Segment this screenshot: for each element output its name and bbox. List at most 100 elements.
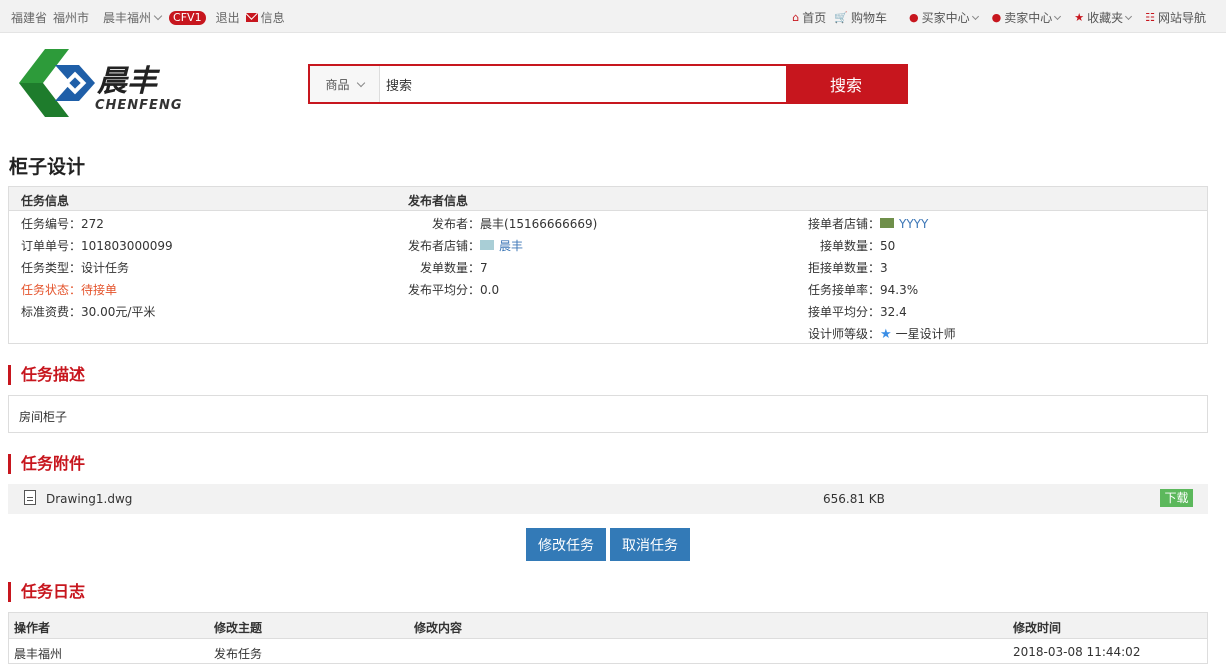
download-button[interactable]: 下载	[1160, 489, 1193, 507]
publisher-shop-label: 发布者店铺：	[408, 239, 481, 253]
search-input[interactable]	[380, 66, 786, 102]
province-label[interactable]: 福建省	[11, 9, 47, 26]
cart-link-label: 购物车	[850, 11, 887, 25]
buyer-center-menu[interactable]: ● 买家中心	[908, 9, 979, 26]
shop-icon	[480, 240, 495, 250]
taker-info-column: 接单者店铺： YYYY 接单数量：50 拒接单数量：3 任务接单率：94.3% 接…	[808, 217, 956, 349]
brand-name-en: CHENFENG	[95, 98, 183, 113]
description-text: 房间柜子	[19, 410, 68, 424]
accept-rate-label: 任务接单率：	[808, 283, 881, 297]
cart-icon: 🛒	[834, 11, 848, 24]
attachment-size: 656.81 KB	[823, 492, 885, 506]
publisher-shop-row: 发布者店铺： 晨丰	[408, 239, 597, 261]
city-label[interactable]: 福州市	[53, 9, 89, 26]
favorites-label: 收藏夹	[1087, 11, 1124, 25]
chevron-down-icon	[1054, 12, 1062, 20]
task-status: 任务状态：待接单	[21, 283, 118, 297]
publisher-value: 晨丰(15166666669)	[480, 217, 598, 231]
user-icon: ●	[991, 11, 1002, 24]
taker-score-row: 接单平均分：32.4	[808, 305, 956, 327]
taken-count-row: 接单数量：50	[808, 239, 956, 261]
home-link-label: 首页	[802, 11, 827, 25]
logo-mark-icon: 晨丰 CHENFENG	[19, 49, 183, 117]
user-name[interactable]: 晨丰福州	[103, 9, 151, 26]
task-info-header: 任务信息 发布者信息	[9, 187, 1207, 211]
star-icon: ★	[880, 327, 892, 342]
search-bar: 商品 搜索	[308, 64, 908, 104]
log-header-time: 修改时间	[1013, 621, 1062, 635]
taker-score-value: 32.4	[880, 305, 907, 319]
table-row: 晨丰福州 发布任务 2018-03-08 11:44:02	[9, 639, 1207, 664]
brand-name-cn: 晨丰	[97, 64, 161, 99]
home-link[interactable]: ⌂ 首页	[792, 9, 826, 26]
taken-count-value: 50	[880, 239, 896, 253]
log-table-header: 操作者 修改主题 修改内容 修改时间	[9, 613, 1207, 639]
file-icon	[24, 490, 36, 505]
taker-shop-link[interactable]: YYYY	[899, 217, 928, 231]
level-badge: CFV1	[169, 10, 206, 25]
shop-icon	[880, 218, 895, 228]
cart-link[interactable]: 🛒 购物车	[834, 9, 887, 26]
publisher-info-column: 发布者：晨丰(15166666669) 发布者店铺： 晨丰 发单数量：7 发布平均…	[408, 217, 597, 305]
log-header-content: 修改内容	[414, 621, 463, 635]
cancel-task-button[interactable]: 取消任务	[610, 528, 690, 561]
rejected-count-row: 拒接单数量：3	[808, 261, 956, 283]
top-bar-right: ⌂ 首页 🛒 购物车 ● 买家中心 ● 卖家中心 ★ 收藏夹 ☷ 网站导航	[778, 9, 1206, 26]
publisher-score-row: 发布平均分：0.0	[408, 283, 597, 305]
log-time: 2018-03-08 11:44:02	[1013, 645, 1141, 659]
taker-shop-row: 接单者店铺： YYYY	[808, 217, 956, 239]
task-number: 任务编号：272	[21, 217, 104, 231]
attachment-row: Drawing1.dwg 656.81 KB 下载	[8, 484, 1208, 514]
buyer-center-label: 买家中心	[921, 11, 970, 25]
task-info-column: 任务编号：272 订单单号：101803000099 任务类型：设计任务 任务状…	[21, 217, 173, 327]
taken-count-label: 接单数量：	[820, 239, 881, 253]
log-table: 操作者 修改主题 修改内容 修改时间 晨丰福州 发布任务 2018-03-08 …	[8, 612, 1208, 664]
task-info-panel: 任务信息 发布者信息 任务编号：272 订单单号：101803000099 任务…	[8, 186, 1208, 344]
top-bar-left: 福建省 福州市 晨丰福州 CFV1 退出 信息	[11, 9, 291, 26]
designer-level-label: 设计师等级：	[808, 327, 881, 341]
rejected-count-label: 拒接单数量：	[808, 261, 881, 275]
mail-icon[interactable]	[245, 13, 258, 22]
log-header-operator: 操作者	[14, 621, 51, 635]
publisher-info-heading: 发布者信息	[408, 194, 469, 208]
chevron-down-icon[interactable]	[153, 11, 163, 21]
publisher-row: 发布者：晨丰(15166666669)	[408, 217, 597, 239]
taker-score-label: 接单平均分：	[808, 305, 881, 319]
search-button[interactable]: 搜索	[786, 66, 906, 102]
grid-icon: ☷	[1145, 11, 1155, 24]
publisher-score-value: 0.0	[480, 283, 500, 297]
designer-level-row: 设计师等级：★ 一星设计师	[808, 327, 956, 349]
description-box: 房间柜子	[8, 395, 1208, 433]
messages-link[interactable]: 信息	[261, 9, 285, 26]
rejected-count-value: 3	[880, 261, 888, 275]
search-category-select[interactable]: 商品	[310, 66, 380, 102]
edit-task-button[interactable]: 修改任务	[526, 528, 606, 561]
task-info-heading: 任务信息	[21, 194, 70, 208]
log-subject: 发布任务	[214, 647, 263, 661]
accept-rate-value: 94.3%	[880, 283, 919, 297]
taker-shop-label: 接单者店铺：	[808, 217, 881, 231]
order-count-value: 7	[480, 261, 488, 275]
favorites-menu[interactable]: ★ 收藏夹	[1074, 9, 1133, 26]
attachments-section-title: 任务附件	[8, 454, 85, 474]
logo[interactable]: 晨丰 CHENFENG	[9, 47, 209, 122]
chevron-down-icon	[1125, 12, 1133, 20]
publisher-score-label: 发布平均分：	[408, 283, 481, 297]
site-nav-link[interactable]: ☷ 网站导航	[1145, 9, 1206, 26]
site-nav-label: 网站导航	[1157, 11, 1206, 25]
description-section-title: 任务描述	[8, 365, 85, 385]
standard-fee: 标准资费：30.00元/平米	[21, 305, 156, 319]
logout-link[interactable]: 退出	[216, 9, 240, 26]
order-count-label: 发单数量：	[420, 261, 481, 275]
chevron-down-icon	[356, 78, 365, 87]
chevron-down-icon	[971, 12, 979, 20]
user-icon: ●	[908, 11, 919, 24]
publisher-label: 发布者：	[432, 217, 481, 231]
designer-level-value: 一星设计师	[895, 327, 956, 341]
page-title: 柜子设计	[9, 156, 86, 178]
log-header-subject: 修改主题	[214, 621, 263, 635]
publisher-shop-link[interactable]: 晨丰	[499, 239, 523, 253]
attachment-filename[interactable]: Drawing1.dwg	[46, 492, 132, 506]
seller-center-menu[interactable]: ● 卖家中心	[991, 9, 1062, 26]
star-icon: ★	[1074, 11, 1085, 24]
